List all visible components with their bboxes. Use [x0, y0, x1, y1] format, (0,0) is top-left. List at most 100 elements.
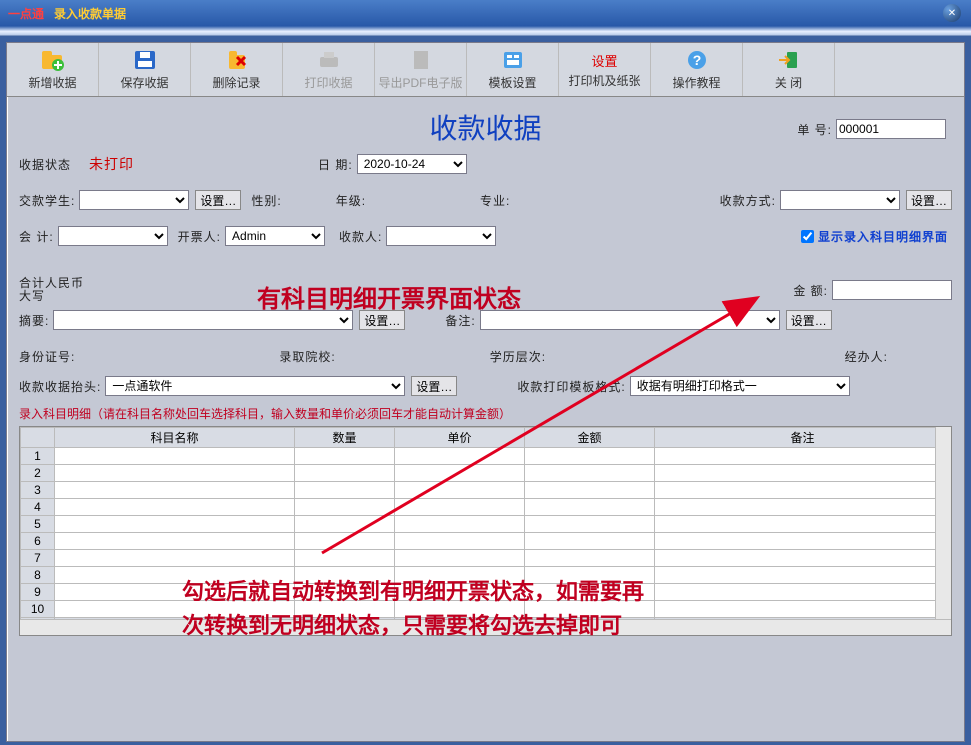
- table-row[interactable]: 1: [21, 448, 951, 465]
- student-label: 交款学生:: [19, 192, 75, 209]
- print-receipt-button[interactable]: 打印收据: [283, 43, 375, 96]
- school-label: 录取院校:: [279, 348, 335, 365]
- doc-no-input[interactable]: [836, 119, 946, 139]
- save-receipt-button[interactable]: 保存收据: [99, 43, 191, 96]
- table-row[interactable]: 6: [21, 533, 951, 550]
- show-detail-checkbox[interactable]: [801, 230, 814, 243]
- toolbar-label: 打印收据: [304, 74, 352, 91]
- annotation-line: 勾选后就自动转换到有明细开票状态，如需要再: [182, 575, 802, 609]
- table-row[interactable]: 4: [21, 499, 951, 516]
- paymode-label: 收款方式:: [720, 192, 776, 209]
- app-name: 一点通: [8, 5, 44, 22]
- save-icon: [131, 48, 159, 72]
- remark-label: 备注:: [445, 312, 475, 329]
- toolbar-label: 打印机及纸张: [568, 72, 640, 89]
- summary-label: 摘要:: [19, 312, 49, 329]
- table-row[interactable]: 5: [21, 516, 951, 533]
- col-remark: 备注: [655, 428, 951, 448]
- show-detail-label: 显示录入科目明细界面: [818, 228, 948, 245]
- toolbar-label: 删除记录: [212, 74, 260, 91]
- col-subject: 科目名称: [55, 428, 295, 448]
- doc-no-label: 单 号:: [797, 121, 832, 138]
- toolbar-label: 模板设置: [488, 74, 536, 91]
- row-number: 4: [21, 499, 55, 516]
- remark-select[interactable]: [480, 310, 780, 330]
- row-number: 9: [21, 584, 55, 601]
- main-panel: 新增收据 保存收据 删除记录 打印收据 导出PDF电子版: [6, 42, 965, 742]
- toolbar-label: 导出PDF电子版: [378, 74, 462, 91]
- row-number: 3: [21, 482, 55, 499]
- operator-label: 经办人:: [845, 348, 888, 365]
- remark-set-button[interactable]: 设置…: [786, 310, 832, 330]
- amount-label: 金 额:: [793, 282, 828, 299]
- student-set-button[interactable]: 设置…: [195, 190, 241, 210]
- row-header-col: [21, 428, 55, 448]
- toolbar-label: 保存收据: [120, 74, 168, 91]
- print-icon: [315, 48, 343, 72]
- table-row[interactable]: 3: [21, 482, 951, 499]
- date-label: 日 期:: [318, 156, 353, 173]
- annotation-text-1: 有科目明细开票界面状态: [257, 279, 521, 314]
- grid-vertical-scrollbar[interactable]: [935, 427, 951, 619]
- svg-text:?: ?: [692, 52, 701, 68]
- row-number: 1: [21, 448, 55, 465]
- toolbar: 新增收据 保存收据 删除记录 打印收据 导出PDF电子版: [7, 43, 964, 97]
- toolbar-label: 操作教程: [672, 74, 720, 91]
- close-button[interactable]: 关 闭: [743, 43, 835, 96]
- row-number: 7: [21, 550, 55, 567]
- status-value: 未打印: [89, 154, 134, 174]
- major-label: 专业:: [480, 192, 510, 209]
- toolbar-label: 关 闭: [775, 74, 802, 91]
- row-number: 8: [21, 567, 55, 584]
- close-icon: ✕: [948, 8, 956, 19]
- col-amount: 金额: [525, 428, 655, 448]
- table-row[interactable]: 2: [21, 465, 951, 482]
- exit-icon: [775, 48, 803, 72]
- toolbar-label: 新增收据: [28, 74, 76, 91]
- receipt-head-label: 收款收据抬头:: [19, 378, 101, 395]
- total-rmb-label: 合计人民币 大写: [19, 277, 84, 303]
- status-label: 收据状态: [19, 156, 71, 173]
- edu-level-label: 学历层次:: [490, 348, 546, 365]
- print-tpl-select[interactable]: 收据有明细打印格式一: [630, 376, 850, 396]
- amount-input[interactable]: [832, 280, 952, 300]
- window-close-button[interactable]: ✕: [943, 4, 961, 22]
- help-icon: ?: [683, 48, 711, 72]
- pdf-icon: [407, 48, 435, 72]
- row-number: 5: [21, 516, 55, 533]
- new-receipt-button[interactable]: 新增收据: [7, 43, 99, 96]
- row-number: 10: [21, 601, 55, 618]
- print-tpl-label: 收款打印模板格式:: [517, 378, 625, 395]
- receipt-head-select[interactable]: 一点通软件: [105, 376, 405, 396]
- receiver-label: 收款人:: [339, 228, 382, 245]
- row-number: 6: [21, 533, 55, 550]
- date-select[interactable]: 2020-10-24: [357, 154, 467, 174]
- tutorial-button[interactable]: ? 操作教程: [651, 43, 743, 96]
- window-title: 录入收款单据: [54, 5, 126, 22]
- accountant-select[interactable]: [58, 226, 168, 246]
- row-number: 2: [21, 465, 55, 482]
- idcard-label: 身份证号:: [19, 348, 75, 365]
- delete-icon: [223, 48, 251, 72]
- col-qty: 数量: [295, 428, 395, 448]
- gender-label: 性别:: [251, 192, 281, 209]
- receipt-head-set-button[interactable]: 设置…: [411, 376, 457, 396]
- printer-paper-button[interactable]: 设置 打印机及纸张: [559, 43, 651, 96]
- form-content: 收款收据 单 号: 收据状态 未打印 日 期: 2020-10-24 交款学生:…: [7, 97, 964, 644]
- add-icon: [39, 48, 67, 72]
- drawer-select[interactable]: Admin: [225, 226, 325, 246]
- export-pdf-button[interactable]: 导出PDF电子版: [375, 43, 467, 96]
- paymode-select[interactable]: [780, 190, 900, 210]
- window-border: [0, 26, 971, 36]
- student-select[interactable]: [79, 190, 189, 210]
- col-price: 单价: [395, 428, 525, 448]
- receiver-select[interactable]: [386, 226, 496, 246]
- delete-record-button[interactable]: 删除记录: [191, 43, 283, 96]
- accountant-label: 会 计:: [19, 228, 54, 245]
- detail-hint: 录入科目明细（请在科目名称处回车选择科目，输入数量和单价必须回车才能自动计算金额…: [19, 405, 952, 422]
- toolbar-setting-label: 设置: [591, 51, 617, 70]
- template-setting-button[interactable]: 模板设置: [467, 43, 559, 96]
- paymode-set-button[interactable]: 设置…: [906, 190, 952, 210]
- table-row[interactable]: 7: [21, 550, 951, 567]
- grade-label: 年级:: [336, 192, 366, 209]
